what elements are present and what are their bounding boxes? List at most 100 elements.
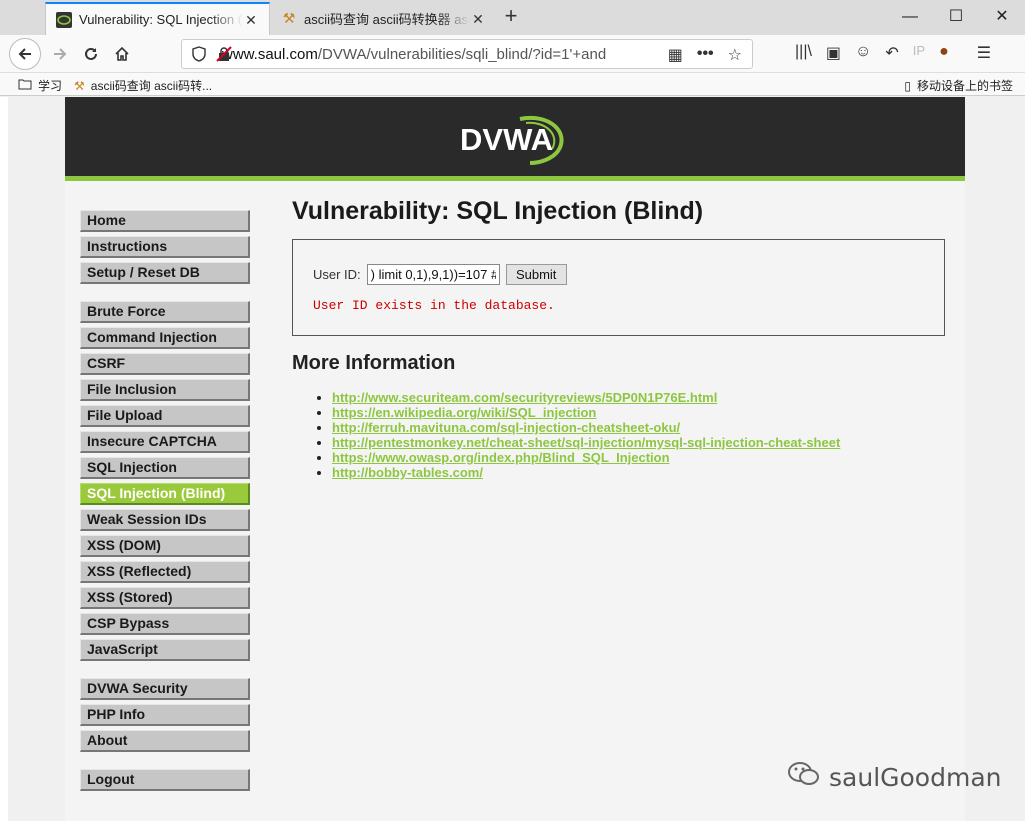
list-item: http://bobby-tables.com/	[332, 465, 947, 480]
tools-icon: ⚒	[282, 10, 296, 26]
menu-item-sql-injection[interactable]: SQL Injection	[80, 457, 250, 479]
watermark: saulGoodman	[787, 760, 1002, 794]
menu-block-1: Home Instructions Setup / Reset DB	[80, 210, 250, 284]
minimize-icon[interactable]: —	[899, 6, 921, 28]
reference-links: http://www.securiteam.com/securityreview…	[332, 390, 947, 480]
watermark-text: saulGoodman	[829, 762, 1002, 792]
menu-item-javascript[interactable]: JavaScript	[80, 639, 250, 661]
hamburger-menu-icon[interactable]: ☰	[977, 43, 991, 63]
vulnerable-code-area: User ID: Submit User ID exists in the da…	[292, 239, 945, 336]
menu-item-brute-force[interactable]: Brute Force	[80, 301, 250, 323]
forward-arrow-icon[interactable]	[46, 40, 74, 68]
menu-item-xss-dom[interactable]: XSS (DOM)	[80, 535, 250, 557]
bookmark-label: ascii码查询 ascii码转...	[90, 79, 213, 93]
bookmark-label: 移动设备上的书签	[916, 79, 1013, 93]
main-content: Vulnerability: SQL Injection (Blind) Use…	[292, 197, 947, 480]
list-item: https://en.wikipedia.org/wiki/SQL_inject…	[332, 405, 947, 420]
tab-title: ascii码查询 ascii码转换器 ascii码对照表	[304, 12, 470, 27]
maximize-icon[interactable]: ☐	[945, 6, 967, 28]
menu-item-sql-injection-blind[interactable]: SQL Injection (Blind)	[80, 483, 250, 505]
bookmark-label: 学习	[38, 79, 63, 93]
bookmark-ascii[interactable]: ⚒ ascii码查询 ascii码转...	[74, 77, 212, 94]
bookmarks-toolbar: 学习 ⚒ ascii码查询 ascii码转... ▯ 移动设备上的书签	[0, 73, 1025, 96]
mobile-device-icon: ▯	[904, 78, 911, 93]
user-id-form: User ID: Submit	[313, 264, 567, 285]
submit-button[interactable]: Submit	[505, 264, 567, 285]
logo-text: DVWA	[460, 122, 553, 157]
menu-item-dvwa-security[interactable]: DVWA Security	[80, 678, 250, 700]
menu-item-command-injection[interactable]: Command Injection	[80, 327, 250, 349]
tab-strip: Vulnerability: SQL Injection (Blind) :: …	[0, 0, 1025, 35]
bookmark-star-icon[interactable]: ☆	[728, 45, 742, 65]
user-id-label: User ID:	[313, 267, 361, 282]
browser-window: Vulnerability: SQL Injection (Blind) :: …	[0, 0, 1025, 821]
avatar-icon[interactable]: ☺	[855, 43, 871, 63]
menu-item-instructions[interactable]: Instructions	[80, 236, 250, 258]
tab-dvwa[interactable]: Vulnerability: SQL Injection (Blind) :: …	[45, 2, 270, 35]
result-message: User ID exists in the database.	[313, 298, 555, 313]
dvwa-logo[interactable]: DVWA	[460, 113, 570, 169]
list-item: http://www.securiteam.com/securityreview…	[332, 390, 947, 405]
insecure-lock-icon[interactable]	[216, 46, 232, 66]
menu-item-about[interactable]: About	[80, 730, 250, 752]
url-text[interactable]: www.saul.com/DVWA/vulnerabilities/sqli_b…	[222, 46, 622, 63]
new-tab-icon[interactable]: +	[500, 5, 522, 28]
menu-item-logout[interactable]: Logout	[80, 769, 250, 791]
more-information-heading: More Information	[292, 352, 456, 374]
page-viewport: DVWA Home Instructions Setup / Reset DB …	[0, 97, 1025, 821]
menu-item-xss-stored[interactable]: XSS (Stored)	[80, 587, 250, 609]
home-icon[interactable]	[108, 40, 136, 68]
tab-close-icon[interactable]: ✕	[470, 11, 486, 27]
menu-item-setup-reset-db[interactable]: Setup / Reset DB	[80, 262, 250, 284]
url-bar[interactable]: www.saul.com/DVWA/vulnerabilities/sqli_b…	[181, 39, 753, 69]
page-actions-icon[interactable]: •••	[697, 45, 714, 65]
menu-item-csp-bypass[interactable]: CSP Bypass	[80, 613, 250, 635]
menu-item-weak-session-ids[interactable]: Weak Session IDs	[80, 509, 250, 531]
menu-block-4: Logout	[80, 769, 250, 791]
qr-code-icon[interactable]: ▦	[668, 45, 683, 65]
folder-icon	[18, 78, 32, 93]
nav-bar: www.saul.com/DVWA/vulnerabilities/sqli_b…	[0, 35, 1025, 73]
close-window-icon[interactable]: ✕	[991, 6, 1013, 28]
ip-extension-icon[interactable]: IP	[913, 43, 925, 63]
page-title: Vulnerability: SQL Injection (Blind)	[292, 197, 704, 225]
menu-item-csrf[interactable]: CSRF	[80, 353, 250, 375]
menu-item-php-info[interactable]: PHP Info	[80, 704, 250, 726]
sidebar-icon[interactable]: ▣	[826, 43, 841, 63]
link-securiteam[interactable]: http://www.securiteam.com/securityreview…	[332, 390, 717, 405]
undo-close-tab-icon[interactable]: ↶	[885, 43, 898, 63]
tools-icon: ⚒	[74, 78, 85, 93]
mobile-bookmarks[interactable]: ▯ 移动设备上的书签	[904, 77, 1013, 94]
menu-block-2: Brute Force Command Injection CSRF File …	[80, 301, 250, 661]
bookmark-folder-study[interactable]: 学习	[18, 77, 62, 94]
link-ferruh[interactable]: http://ferruh.mavituna.com/sql-injection…	[332, 420, 680, 435]
dvwa-header: DVWA	[65, 97, 965, 181]
dvwa-container: DVWA Home Instructions Setup / Reset DB …	[65, 97, 965, 821]
menu-item-insecure-captcha[interactable]: Insecure CAPTCHA	[80, 431, 250, 453]
menu-item-file-inclusion[interactable]: File Inclusion	[80, 379, 250, 401]
user-id-input[interactable]	[366, 264, 500, 285]
link-bobby-tables[interactable]: http://bobby-tables.com/	[332, 465, 483, 480]
wechat-icon	[787, 760, 821, 794]
dvwa-favicon-icon	[56, 11, 72, 28]
menu-block-3: DVWA Security PHP Info About	[80, 678, 250, 752]
tab-ascii[interactable]: ⚒ ascii码查询 ascii码转换器 ascii码对照表 ✕	[271, 2, 496, 35]
library-icon[interactable]: |||\	[795, 43, 812, 63]
back-arrow-icon[interactable]	[9, 38, 41, 70]
shield-icon[interactable]	[192, 46, 206, 65]
tab-close-icon[interactable]: ✕	[243, 12, 259, 28]
menu-item-file-upload[interactable]: File Upload	[80, 405, 250, 427]
menu-item-xss-reflected[interactable]: XSS (Reflected)	[80, 561, 250, 583]
tab-title: Vulnerability: SQL Injection (Blind) :: …	[79, 12, 243, 27]
link-pentestmonkey[interactable]: http://pentestmonkey.net/cheat-sheet/sql…	[332, 435, 840, 450]
cookie-icon[interactable]: ●	[939, 43, 949, 63]
list-item: https://www.owasp.org/index.php/Blind_SQ…	[332, 450, 947, 465]
menu-item-home[interactable]: Home	[80, 210, 250, 232]
list-item: http://pentestmonkey.net/cheat-sheet/sql…	[332, 435, 947, 450]
reload-icon[interactable]	[77, 40, 105, 68]
page-left-edge	[0, 97, 8, 821]
list-item: http://ferruh.mavituna.com/sql-injection…	[332, 420, 947, 435]
sidebar-menu: Home Instructions Setup / Reset DB Brute…	[80, 210, 250, 808]
link-wikipedia[interactable]: https://en.wikipedia.org/wiki/SQL_inject…	[332, 405, 596, 420]
link-owasp[interactable]: https://www.owasp.org/index.php/Blind_SQ…	[332, 450, 670, 465]
